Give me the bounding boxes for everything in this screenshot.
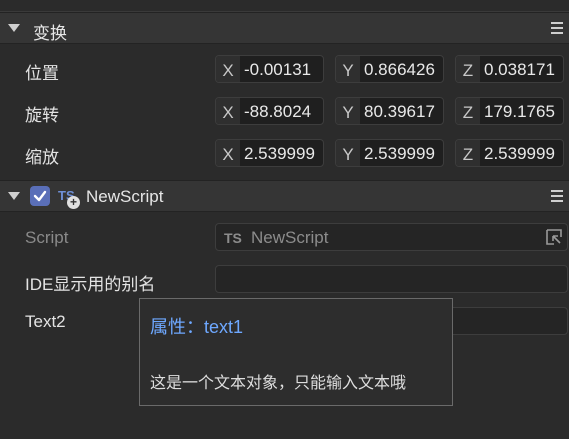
property-tooltip: 属性：text1 这是一个文本对象，只能输入文本哦 [139, 298, 453, 406]
y-axis-label: Y [336, 98, 360, 124]
rotation-label: 旋转 [25, 106, 59, 125]
position-x-field[interactable]: X -0.00131 [215, 55, 324, 83]
x-axis-label: X [216, 56, 240, 82]
component-title: NewScript [86, 187, 164, 206]
z-axis-label: Z [456, 140, 480, 166]
menu-icon[interactable] [551, 190, 563, 202]
scale-y-field[interactable]: Y 2.539999 [335, 139, 444, 167]
ts-icon: TS [224, 230, 242, 246]
rotation-y-field[interactable]: Y 80.39617 [335, 97, 444, 125]
script-component-header[interactable]: TS + NewScript [0, 180, 569, 212]
collapse-caret-icon[interactable] [8, 192, 20, 200]
position-z-field[interactable]: Z 0.038171 [455, 55, 564, 83]
ide-alias-label: IDE显示用的别名 [25, 275, 156, 294]
ts-script-add-icon: TS + [58, 187, 80, 209]
inspector-panel: 变换 位置 X -0.00131 Y 0.866426 Z 0.038171 旋… [0, 0, 569, 439]
top-divider [0, 0, 569, 12]
text2-label: Text2 [25, 312, 66, 331]
x-axis-label: X [216, 98, 240, 124]
position-x-value[interactable]: -0.00131 [244, 60, 311, 80]
scale-label: 缩放 [25, 148, 59, 167]
scale-x-field[interactable]: X 2.539999 [215, 139, 324, 167]
rotation-x-value[interactable]: -88.8024 [244, 102, 311, 122]
position-label: 位置 [25, 64, 59, 83]
locate-asset-icon[interactable] [545, 228, 563, 246]
tooltip-description: 这是一个文本对象，只能输入文本哦 [150, 375, 407, 392]
z-axis-label: Z [456, 56, 480, 82]
rotation-z-value[interactable]: 179.1765 [484, 102, 555, 122]
tooltip-title: 属性：text1 [150, 317, 244, 337]
component-enabled-checkbox[interactable] [30, 186, 50, 206]
script-label: Script [25, 228, 69, 247]
rotation-z-field[interactable]: Z 179.1765 [455, 97, 564, 125]
rotation-y-value[interactable]: 80.39617 [364, 102, 435, 122]
collapse-caret-icon[interactable] [8, 24, 20, 32]
script-reference-name: NewScript [251, 228, 329, 247]
scale-x-value[interactable]: 2.539999 [244, 144, 315, 164]
x-axis-label: X [216, 140, 240, 166]
scale-z-field[interactable]: Z 2.539999 [455, 139, 564, 167]
transform-section-header[interactable]: 变换 [0, 12, 569, 44]
script-reference-field[interactable]: TS NewScript [215, 223, 568, 251]
scale-z-value[interactable]: 2.539999 [484, 144, 555, 164]
z-axis-label: Z [456, 98, 480, 124]
ide-alias-input[interactable] [215, 265, 568, 293]
y-axis-label: Y [336, 140, 360, 166]
position-z-value[interactable]: 0.038171 [484, 60, 555, 80]
transform-title: 变换 [33, 24, 67, 43]
position-y-field[interactable]: Y 0.866426 [335, 55, 444, 83]
scale-y-value[interactable]: 2.539999 [364, 144, 435, 164]
rotation-x-field[interactable]: X -88.8024 [215, 97, 324, 125]
y-axis-label: Y [336, 56, 360, 82]
menu-icon[interactable] [551, 22, 563, 34]
position-y-value[interactable]: 0.866426 [364, 60, 435, 80]
